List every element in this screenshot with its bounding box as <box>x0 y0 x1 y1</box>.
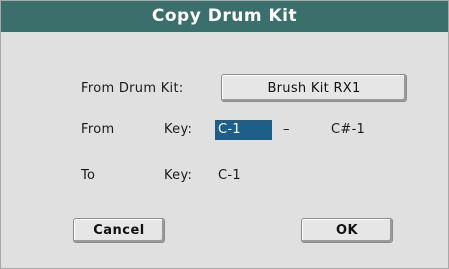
from-label: From <box>81 122 115 137</box>
from-key-end-field[interactable]: C#-1 <box>331 122 365 137</box>
from-key-start-field[interactable]: C-1 <box>215 120 272 140</box>
to-key-field[interactable]: C-1 <box>218 168 241 183</box>
from-drum-kit-button[interactable]: Brush Kit RX1 <box>221 74 407 102</box>
to-key-label: Key: <box>164 168 193 183</box>
ok-button[interactable]: OK <box>301 218 393 243</box>
from-drum-kit-label: From Drum Kit: <box>81 81 184 96</box>
to-label: To <box>81 168 96 183</box>
key-range-separator: – <box>283 122 290 137</box>
dialog-title: Copy Drum Kit <box>1 1 448 32</box>
from-key-label: Key: <box>164 122 193 137</box>
cancel-button[interactable]: Cancel <box>73 218 165 243</box>
copy-drum-kit-dialog: Copy Drum Kit From Drum Kit: Brush Kit R… <box>0 0 449 269</box>
